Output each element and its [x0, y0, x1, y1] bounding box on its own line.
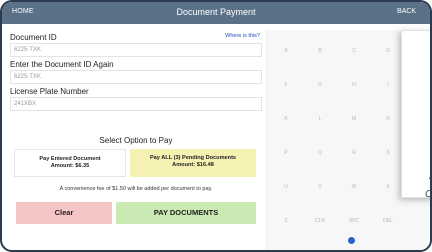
key-z[interactable]: Z: [273, 208, 299, 234]
convenience-fee-note: A convenience fee of $1.50 will be added…: [59, 186, 213, 192]
key-n[interactable]: N: [375, 106, 401, 132]
popup-line-2: C: [425, 189, 432, 200]
key-h[interactable]: H: [341, 72, 367, 98]
key-f[interactable]: F: [273, 72, 299, 98]
document-id-again-field[interactable]: 6225-TXK: [10, 70, 262, 84]
key-clr[interactable]: CLR: [307, 208, 333, 234]
key-del[interactable]: DEL: [375, 208, 401, 234]
key-v[interactable]: V: [307, 174, 333, 200]
touch-indicator: [348, 237, 355, 244]
key-r[interactable]: R: [341, 140, 367, 166]
key-a[interactable]: A: [273, 38, 299, 64]
license-plate-field[interactable]: 241XBX: [10, 97, 262, 111]
payment-form: Document ID Where is this? 6225-TXK Ente…: [10, 32, 262, 113]
key-i[interactable]: I: [375, 72, 401, 98]
pay-entered-document-option[interactable]: Pay Entered Document Amount: $6.35: [14, 149, 126, 177]
where-is-this-link[interactable]: Where is this?: [225, 33, 260, 39]
key-d[interactable]: D: [375, 38, 401, 64]
key-x[interactable]: X: [375, 174, 401, 200]
key-k[interactable]: K: [273, 106, 299, 132]
key-preview-popup: S A C: [401, 30, 432, 200]
key-g[interactable]: G: [307, 72, 333, 98]
pay-all-documents-option[interactable]: Pay ALL (3) Pending Documents Amount: $1…: [130, 149, 256, 177]
clear-button[interactable]: Clear: [16, 202, 112, 224]
pay-entered-label: Pay Entered Document: [39, 156, 101, 162]
key-m[interactable]: M: [341, 106, 367, 132]
key-c[interactable]: C: [341, 38, 367, 64]
back-button[interactable]: BACK: [397, 8, 416, 15]
key-p[interactable]: P: [273, 140, 299, 166]
device-frame: HOME Document Payment BACK Document ID W…: [0, 0, 432, 252]
pay-all-label: Pay ALL (3) Pending Documents: [149, 155, 237, 161]
document-id-again-label: Enter the Document ID Again: [10, 60, 114, 69]
key-w[interactable]: W: [341, 174, 367, 200]
key-u[interactable]: U: [273, 174, 299, 200]
key-s[interactable]: S: [375, 140, 401, 166]
key-l[interactable]: L: [307, 106, 333, 132]
pay-entered-amount: Amount: $6.35: [50, 163, 90, 169]
key-spc[interactable]: SPC: [341, 208, 367, 234]
license-plate-label: License Plate Number: [10, 87, 89, 96]
key-q[interactable]: Q: [307, 140, 333, 166]
pay-all-amount: Amount: $16.48: [172, 162, 214, 168]
key-b[interactable]: B: [307, 38, 333, 64]
select-option-title: Select Option to Pay: [99, 136, 173, 145]
page-title: Document Payment: [176, 7, 256, 17]
document-id-field[interactable]: 6225-TXK: [10, 43, 262, 57]
pay-documents-button[interactable]: PAY DOCUMENTS: [116, 202, 256, 224]
title-bar: HOME Document Payment BACK: [2, 2, 430, 24]
